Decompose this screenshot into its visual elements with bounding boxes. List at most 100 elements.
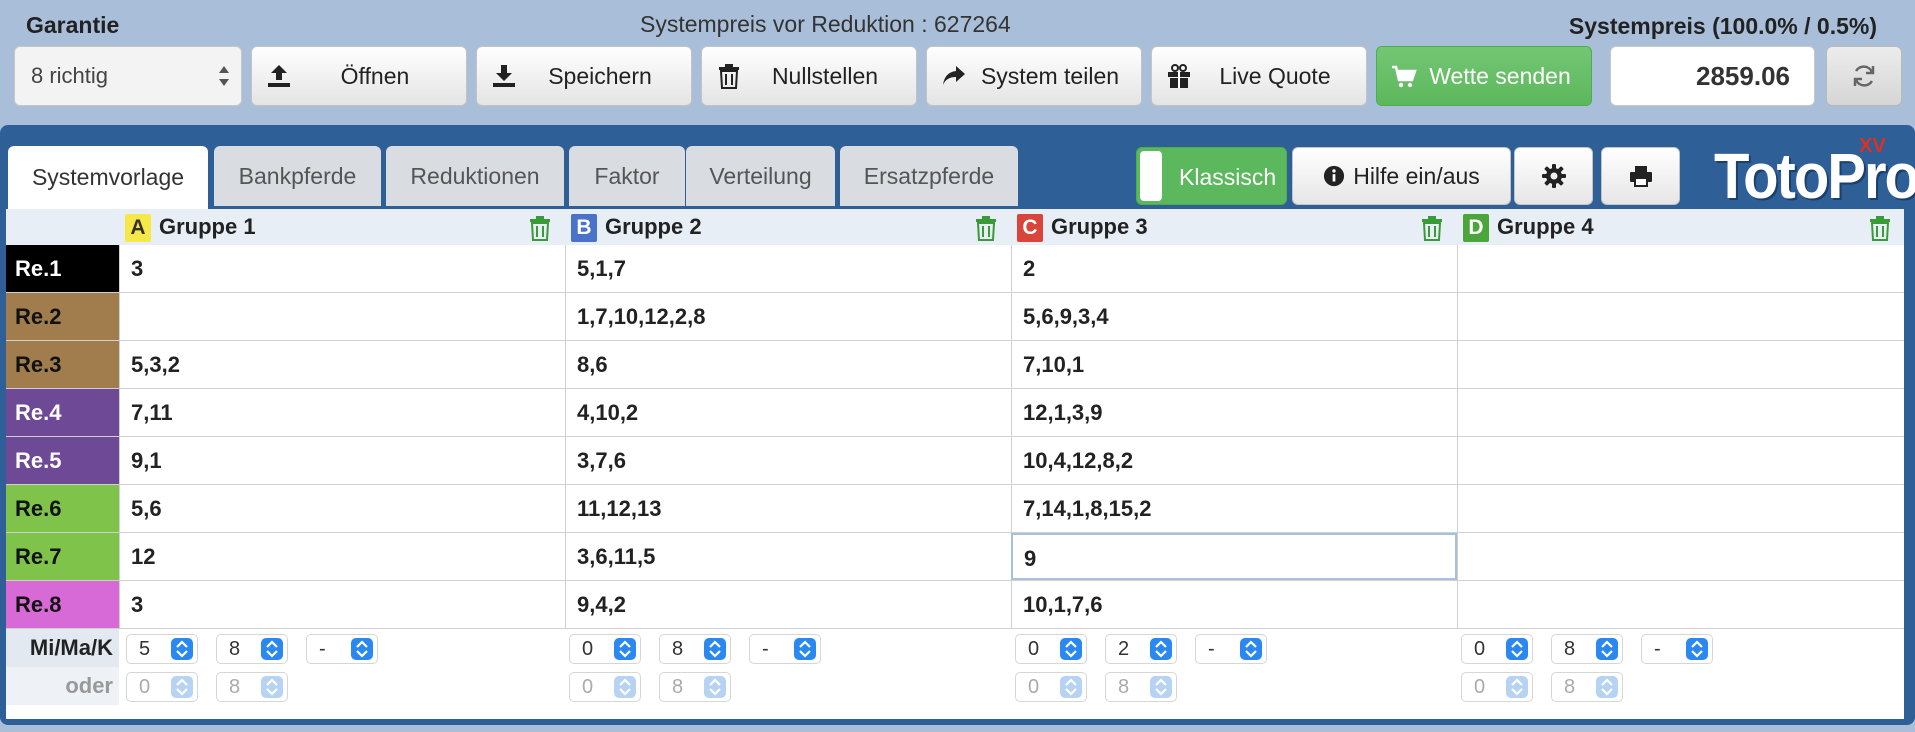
stepper-icon[interactable] (1060, 638, 1082, 660)
stepper-icon[interactable] (1150, 676, 1172, 698)
trash-icon[interactable] (529, 216, 551, 241)
or-min-input-b[interactable]: 0 (569, 672, 641, 702)
live-quote-button[interactable]: Live Quote (1151, 46, 1367, 106)
max-input-d[interactable]: 8 (1551, 634, 1623, 664)
or-min-input-c[interactable]: 0 (1015, 672, 1087, 702)
race-cell-d[interactable] (1457, 581, 1904, 628)
race-cell-d[interactable] (1457, 389, 1904, 436)
garantie-select[interactable]: 8 richtig (14, 46, 242, 106)
settings-button[interactable] (1514, 147, 1593, 205)
save-button[interactable]: Speichern (476, 46, 692, 106)
min-input-b[interactable]: 0 (569, 634, 641, 664)
race-cell-a[interactable]: 5,3,2 (119, 341, 565, 388)
max-input-b[interactable]: 8 (659, 634, 731, 664)
race-cell-b[interactable]: 9,4,2 (565, 581, 1011, 628)
stepper-icon[interactable] (261, 676, 283, 698)
tab-ersatzpferde[interactable]: Ersatzpferde (840, 146, 1018, 206)
race-cell-b[interactable]: 3,6,11,5 (565, 533, 1011, 580)
race-label: Re.4 (6, 389, 119, 436)
race-cell-c[interactable]: 10,1,7,6 (1011, 581, 1457, 628)
race-cell-a[interactable]: 12 (119, 533, 565, 580)
race-cell-d[interactable] (1457, 437, 1904, 484)
k-input-a[interactable]: - (306, 634, 378, 664)
klassisch-toggle[interactable]: Klassisch (1136, 147, 1287, 205)
stepper-icon[interactable] (1686, 638, 1708, 660)
min-input-c[interactable]: 0 (1015, 634, 1087, 664)
stepper-icon[interactable] (171, 676, 193, 698)
open-button[interactable]: Öffnen (251, 46, 467, 106)
stepper-icon[interactable] (794, 638, 816, 660)
stepper-icon[interactable] (614, 676, 636, 698)
stepper-icon[interactable] (171, 638, 193, 660)
race-cell-b[interactable]: 1,7,10,12,2,8 (565, 293, 1011, 340)
race-cell-c[interactable]: 9 (1011, 533, 1457, 580)
stepper-icon[interactable] (261, 638, 283, 660)
stepper-icon[interactable] (1596, 676, 1618, 698)
or-min-input-d[interactable]: 0 (1461, 672, 1533, 702)
stepper-icon[interactable] (614, 638, 636, 660)
race-cell-a[interactable]: 7,11 (119, 389, 565, 436)
race-cell-c[interactable]: 2 (1011, 245, 1457, 292)
race-cell-d[interactable] (1457, 245, 1904, 292)
tab-bankpferde[interactable]: Bankpferde (214, 146, 381, 206)
or-min-input-a[interactable]: 0 (126, 672, 198, 702)
stepper-icon[interactable] (1596, 638, 1618, 660)
k-input-b[interactable]: - (749, 634, 821, 664)
reset-button[interactable]: Nullstellen (701, 46, 917, 106)
share-system-button[interactable]: System teilen (926, 46, 1142, 106)
race-cell-a[interactable]: 3 (119, 581, 565, 628)
race-cell-a[interactable]: 9,1 (119, 437, 565, 484)
race-cell-b[interactable]: 8,6 (565, 341, 1011, 388)
table-row: Re.6 5,6 11,12,13 7,14,1,8,15,2 (6, 485, 1904, 533)
race-cell-c[interactable]: 5,6,9,3,4 (1011, 293, 1457, 340)
or-max-input-c[interactable]: 8 (1105, 672, 1177, 702)
race-cell-c[interactable]: 7,14,1,8,15,2 (1011, 485, 1457, 532)
or-max-input-b[interactable]: 8 (659, 672, 731, 702)
tab-reduktionen[interactable]: Reduktionen (386, 146, 564, 206)
tab-faktor[interactable]: Faktor (569, 146, 685, 206)
trash-icon[interactable] (975, 216, 997, 241)
race-cell-c[interactable]: 12,1,3,9 (1011, 389, 1457, 436)
send-bet-button[interactable]: Wette senden (1376, 46, 1592, 106)
race-cell-a[interactable]: 5,6 (119, 485, 565, 532)
race-cell-b[interactable]: 3,7,6 (565, 437, 1011, 484)
max-input-a[interactable]: 8 (216, 634, 288, 664)
logo-sup: XV (1859, 135, 1886, 157)
or-max-input-d[interactable]: 8 (1551, 672, 1623, 702)
stepper-icon[interactable] (1240, 638, 1262, 660)
race-cell-b[interactable]: 4,10,2 (565, 389, 1011, 436)
refresh-button[interactable] (1826, 46, 1902, 106)
tab-systemvorlage[interactable]: Systemvorlage (8, 146, 208, 209)
min-input-d[interactable]: 0 (1461, 634, 1533, 664)
race-cell-c[interactable]: 10,4,12,8,2 (1011, 437, 1457, 484)
race-cell-b[interactable]: 11,12,13 (565, 485, 1011, 532)
select-arrows-icon (219, 66, 229, 86)
trash-icon[interactable] (1421, 216, 1443, 241)
max-input-c[interactable]: 2 (1105, 634, 1177, 664)
stepper-icon[interactable] (351, 638, 373, 660)
stepper-icon[interactable] (1506, 638, 1528, 660)
help-toggle-button[interactable]: Hilfe ein/aus (1292, 147, 1511, 205)
table-row: Re.1 3 5,1,7 2 (6, 245, 1904, 293)
race-cell-d[interactable] (1457, 533, 1904, 580)
k-input-d[interactable]: - (1641, 634, 1713, 664)
stepper-icon[interactable] (704, 676, 726, 698)
tab-verteilung[interactable]: Verteilung (686, 146, 835, 206)
trash-icon[interactable] (1869, 216, 1891, 241)
stepper-icon[interactable] (1060, 676, 1082, 698)
k-input-c[interactable]: - (1195, 634, 1267, 664)
race-cell-a[interactable]: 3 (119, 245, 565, 292)
race-cell-a[interactable] (119, 293, 565, 340)
min-input-a[interactable]: 5 (126, 634, 198, 664)
race-cell-c[interactable]: 7,10,1 (1011, 341, 1457, 388)
or-max-input-a[interactable]: 8 (216, 672, 288, 702)
race-cell-d[interactable] (1457, 485, 1904, 532)
print-button[interactable] (1601, 147, 1680, 205)
stepper-icon[interactable] (1506, 676, 1528, 698)
stepper-icon[interactable] (704, 638, 726, 660)
race-cell-b[interactable]: 5,1,7 (565, 245, 1011, 292)
system-price-field[interactable]: 2859.06 (1610, 46, 1815, 106)
race-cell-d[interactable] (1457, 293, 1904, 340)
stepper-icon[interactable] (1150, 638, 1172, 660)
race-cell-d[interactable] (1457, 341, 1904, 388)
